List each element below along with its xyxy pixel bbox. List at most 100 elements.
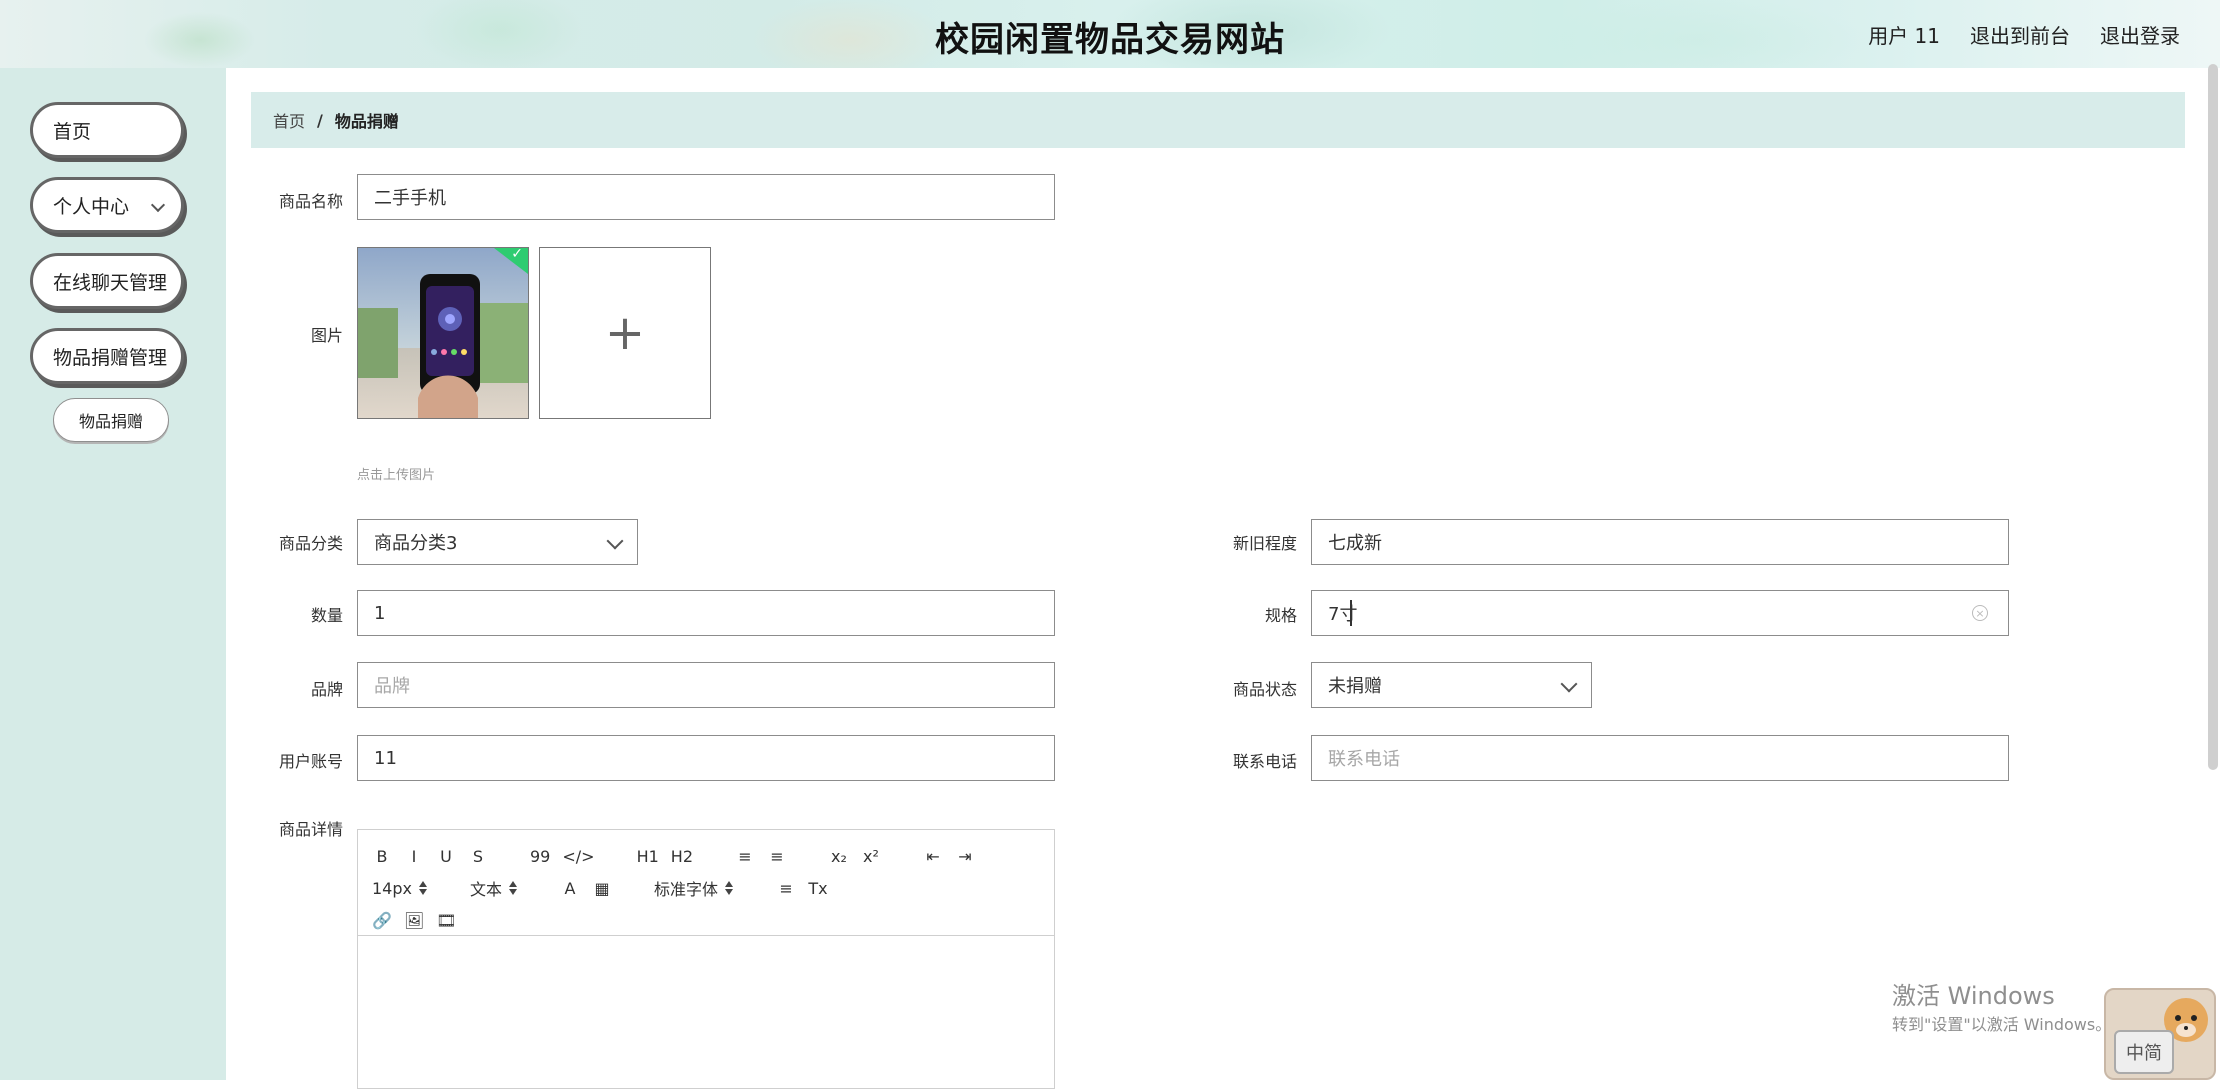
uploaded-image[interactable]: [357, 247, 529, 419]
image-icon[interactable]: 🖼: [404, 911, 424, 930]
strike-button[interactable]: S: [468, 847, 488, 866]
submenu-donation[interactable]: 物品捐赠: [53, 398, 169, 442]
toolbar-row-1: B I U S 99 </> H1 H2 ≡ ≡ x₂ x² ⇤ ⇥: [372, 842, 1040, 870]
chevron-down-icon: [1560, 675, 1578, 693]
phone-input[interactable]: 联系电话: [1311, 735, 2009, 781]
subscript-button[interactable]: x₂: [829, 847, 849, 866]
updown-icon: [418, 881, 428, 895]
italic-button[interactable]: I: [404, 847, 424, 866]
phone-placeholder: 联系电话: [1328, 749, 1400, 770]
spec-value: 7寸: [1328, 604, 1358, 625]
brand-input[interactable]: 品牌: [357, 662, 1055, 708]
vertical-scrollbar[interactable]: [2208, 64, 2218, 770]
corner-mascot[interactable]: 中简: [2104, 988, 2216, 1080]
account-input[interactable]: 11: [357, 735, 1055, 781]
label-status: 商品状态: [1232, 680, 1297, 699]
background-color-icon[interactable]: ▦: [592, 879, 612, 898]
phone-photo-icon: [358, 248, 528, 418]
name-input[interactable]: 二手手机: [357, 174, 1055, 220]
chevron-down-icon: [150, 197, 166, 213]
toolbar-row-2: 14px 文本 A ▦ 标准字体 ≡ Tx: [372, 874, 1040, 902]
h1-button[interactable]: H1: [637, 847, 659, 866]
ordered-list-button[interactable]: ≡: [735, 847, 755, 866]
breadcrumb-separator: /: [317, 110, 323, 130]
clear-icon[interactable]: ×: [1972, 605, 1988, 621]
breadcrumb: 首页 / 物品捐赠: [251, 92, 2185, 148]
spec-input[interactable]: 7寸 ×: [1311, 590, 2009, 636]
updown-icon: [724, 881, 734, 895]
condition-value: 七成新: [1328, 533, 1382, 554]
label-name: 商品名称: [278, 192, 343, 211]
user-label[interactable]: 用户 11: [1868, 20, 1940, 49]
sidebar-item-label: 个人中心: [53, 195, 130, 218]
mascot-badge: 中简: [2114, 1030, 2174, 1074]
blockquote-button[interactable]: 99: [530, 847, 550, 866]
superscript-button[interactable]: x²: [861, 847, 881, 866]
label-spec: 规格: [1264, 606, 1297, 625]
label-category: 商品分类: [278, 534, 343, 553]
align-icon[interactable]: ≡: [776, 879, 796, 898]
label-phone: 联系电话: [1232, 752, 1297, 771]
text-cursor: [1350, 600, 1352, 626]
watermark-line1: 激活 Windows: [1892, 982, 2055, 1010]
indent-button[interactable]: ⇥: [955, 847, 975, 866]
label-condition: 新旧程度: [1232, 534, 1297, 553]
category-value: 商品分类3: [374, 533, 458, 554]
label-image: 图片: [310, 326, 343, 345]
watermark-line2: 转到"设置"以激活 Windows。: [1892, 1015, 2112, 1034]
condition-input[interactable]: 七成新: [1311, 519, 2009, 565]
logout-link[interactable]: 退出登录: [2100, 20, 2180, 49]
font-size-value: 14px: [372, 878, 412, 898]
text-style-dropdown[interactable]: 文本: [470, 876, 518, 900]
quantity-input[interactable]: 1: [357, 590, 1055, 636]
updown-icon: [508, 881, 518, 895]
windows-activation-watermark: 激活 Windows 转到"设置"以激活 Windows。: [1892, 976, 2111, 1035]
category-select[interactable]: 商品分类3: [357, 519, 638, 565]
link-icon[interactable]: 🔗: [372, 911, 392, 930]
sidebar-item-label: 物品捐赠管理: [53, 346, 168, 369]
rich-text-editor[interactable]: B I U S 99 </> H1 H2 ≡ ≡ x₂ x² ⇤ ⇥ 14px: [357, 829, 1055, 1089]
outdent-button[interactable]: ⇤: [923, 847, 943, 866]
font-color-icon[interactable]: A: [560, 879, 580, 898]
bullet-list-button[interactable]: ≡: [767, 847, 787, 866]
sidebar-item-donation[interactable]: 物品捐赠管理: [30, 328, 184, 384]
label-brand: 品牌: [310, 680, 343, 699]
code-button[interactable]: </>: [562, 847, 594, 866]
top-header: 校园闲置物品交易网站 用户 11 退出到前台 退出登录: [0, 0, 2220, 68]
quantity-value: 1: [374, 602, 386, 624]
video-icon[interactable]: 🎞: [436, 911, 456, 930]
upload-tip: 点击上传图片: [357, 468, 436, 483]
underline-button[interactable]: U: [436, 847, 456, 866]
label-account: 用户账号: [278, 752, 343, 771]
status-select[interactable]: 未捐赠: [1311, 662, 1592, 708]
name-value: 二手手机: [374, 188, 446, 209]
editor-toolbar: B I U S 99 </> H1 H2 ≡ ≡ x₂ x² ⇤ ⇥ 14px: [358, 830, 1054, 936]
sidebar-item-label: 首页: [53, 120, 92, 143]
sidebar-item-chat[interactable]: 在线聊天管理: [30, 253, 184, 309]
clear-format-icon[interactable]: Tx: [808, 879, 828, 898]
label-details: 商品详情: [278, 820, 343, 839]
submenu-label: 物品捐赠: [78, 412, 143, 431]
toolbar-row-3: 🔗 🖼 🎞: [372, 906, 1040, 934]
brand-placeholder: 品牌: [374, 676, 410, 697]
font-family-dropdown[interactable]: 标准字体: [654, 876, 734, 900]
sidebar-item-profile[interactable]: 个人中心: [30, 177, 184, 233]
breadcrumb-home[interactable]: 首页: [273, 108, 305, 132]
font-family-value: 标准字体: [654, 880, 719, 899]
header-actions: 用户 11 退出到前台 退出登录: [1868, 20, 2180, 49]
status-value: 未捐赠: [1328, 676, 1382, 697]
breadcrumb-current: 物品捐赠: [334, 112, 399, 131]
sidebar: 首页 个人中心 在线聊天管理 物品捐赠管理 物品捐赠: [0, 68, 226, 1080]
to-front-link[interactable]: 退出到前台: [1970, 20, 2070, 49]
bold-button[interactable]: B: [372, 847, 392, 866]
sidebar-item-home[interactable]: 首页: [30, 102, 184, 158]
font-size-dropdown[interactable]: 14px: [372, 879, 428, 898]
label-quantity: 数量: [310, 606, 343, 625]
plus-icon: +: [604, 305, 646, 361]
account-value: 11: [374, 747, 397, 769]
h2-button[interactable]: H2: [671, 847, 693, 866]
chevron-down-icon: [606, 532, 624, 550]
upload-box[interactable]: +: [539, 247, 711, 419]
text-style-value: 文本: [469, 880, 502, 899]
sidebar-item-label: 在线聊天管理: [53, 271, 168, 294]
